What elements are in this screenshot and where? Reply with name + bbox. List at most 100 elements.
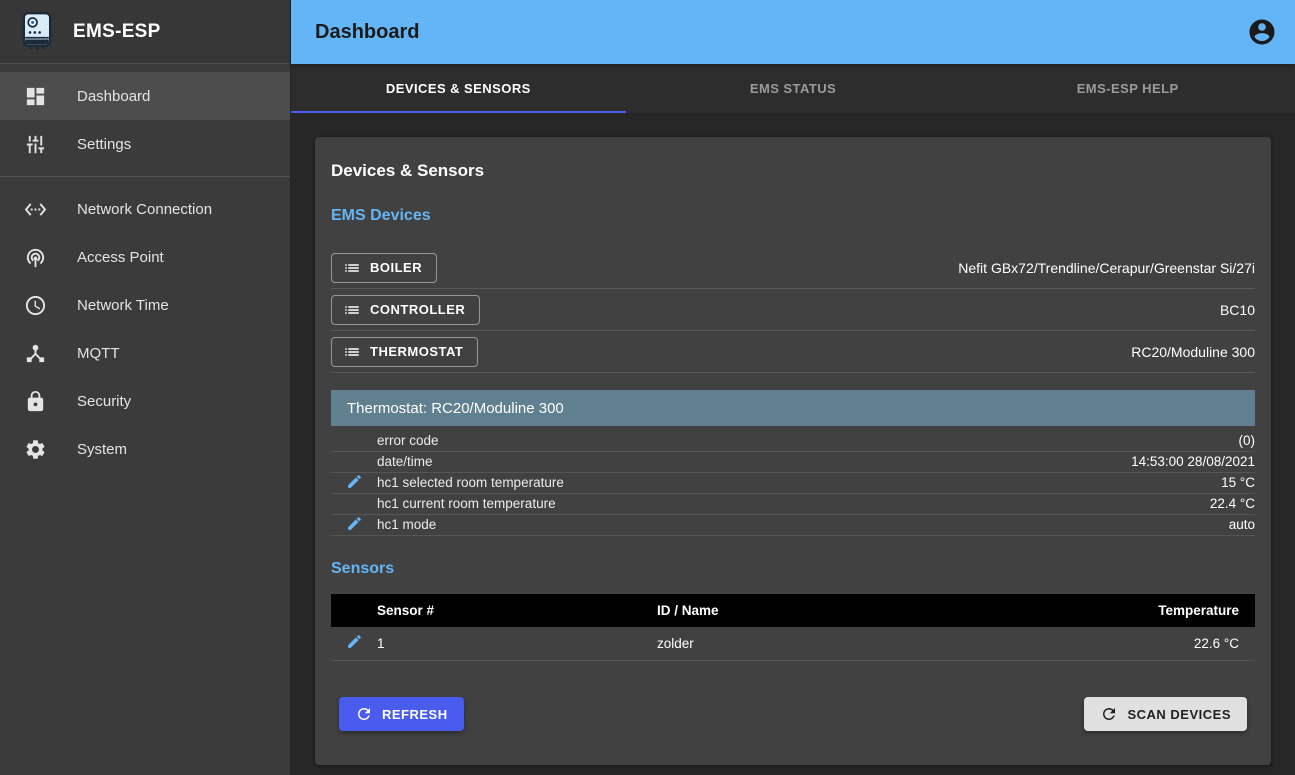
refresh-button-label: REFRESH — [382, 707, 448, 722]
detail-value: (0) — [905, 430, 1255, 451]
app-title: EMS-ESP — [73, 21, 161, 43]
detail-value: 15 °C — [905, 472, 1255, 493]
device-model: RC20/Moduline 300 — [1131, 344, 1255, 360]
sidebar-header: EMS-ESP — [0, 0, 290, 64]
edit-pencil-icon — [346, 473, 363, 490]
tab-bar: DEVICES & SENSORS EMS STATUS EMS-ESP HEL… — [291, 64, 1295, 113]
refresh-icon — [1100, 705, 1118, 723]
appbar: Dashboard — [291, 0, 1295, 64]
sidebar-item-label: Network Time — [77, 297, 169, 314]
sensors-table: Sensor # ID / Name Temperature 1 zolder — [331, 594, 1255, 662]
sensor-number: 1 — [377, 627, 657, 661]
list-icon — [343, 259, 361, 277]
device-button-label: CONTROLLER — [370, 302, 465, 317]
content-area: Devices & Sensors EMS Devices BOILER Nef… — [291, 113, 1295, 775]
boiler-icon — [16, 11, 58, 53]
detail-value: 14:53:00 28/08/2021 — [905, 451, 1255, 472]
actions-bar: REFRESH SCAN DEVICES — [331, 697, 1255, 731]
sidebar-item-security[interactable]: Security — [0, 377, 290, 425]
sidebar: EMS-ESP Dashboard Settings Network Conne… — [0, 0, 291, 775]
edit-cell — [331, 514, 377, 535]
nav-group-main: Dashboard Settings — [0, 64, 290, 176]
sidebar-item-dashboard[interactable]: Dashboard — [0, 72, 290, 120]
detail-name: date/time — [377, 451, 905, 472]
device-model: BC10 — [1220, 302, 1255, 318]
page-title: Dashboard — [315, 21, 1247, 44]
sidebar-item-access-point[interactable]: Access Point — [0, 233, 290, 281]
edit-cell — [331, 451, 377, 472]
device-button-label: BOILER — [370, 260, 422, 275]
tab-ems-status[interactable]: EMS STATUS — [626, 64, 961, 113]
device-hub-icon — [24, 342, 47, 365]
clock-icon — [24, 294, 47, 317]
device-detail-table: error code (0) date/time 14:53:00 28/08/… — [331, 430, 1255, 536]
device-button-label: THERMOSTAT — [370, 344, 463, 359]
gear-icon — [24, 438, 47, 461]
detail-row: hc1 mode auto — [331, 514, 1255, 535]
sidebar-item-label: Dashboard — [77, 88, 150, 105]
boiler-device-button[interactable]: BOILER — [331, 253, 437, 283]
edit-cell — [331, 430, 377, 451]
edit-cell — [331, 493, 377, 514]
detail-value: auto — [905, 514, 1255, 535]
edit-column-header — [331, 594, 377, 627]
device-detail-title: Thermostat: RC20/Moduline 300 — [347, 400, 564, 417]
tab-label: DEVICES & SENSORS — [386, 81, 531, 96]
device-row-boiler: BOILER Nefit GBx72/Trendline/Cerapur/Gre… — [331, 247, 1255, 289]
detail-row: error code (0) — [331, 430, 1255, 451]
sidebar-item-network-time[interactable]: Network Time — [0, 281, 290, 329]
sensor-temperature: 22.6 °C — [889, 627, 1255, 661]
detail-name: error code — [377, 430, 905, 451]
tab-devices-sensors[interactable]: DEVICES & SENSORS — [291, 64, 626, 113]
temperature-header: Temperature — [889, 594, 1255, 627]
device-row-thermostat: THERMOSTAT RC20/Moduline 300 — [331, 331, 1255, 373]
tab-ems-esp-help[interactable]: EMS-ESP HELP — [960, 64, 1295, 113]
scan-devices-button[interactable]: SCAN DEVICES — [1084, 697, 1247, 731]
sensor-row: 1 zolder 22.6 °C — [331, 627, 1255, 661]
device-detail-header: Thermostat: RC20/Moduline 300 — [331, 390, 1255, 426]
edit-cell — [331, 472, 377, 493]
card-title: Devices & Sensors — [331, 161, 1255, 181]
devices-sensors-card: Devices & Sensors EMS Devices BOILER Nef… — [315, 137, 1271, 765]
sidebar-item-label: Security — [77, 393, 131, 410]
lock-icon — [24, 390, 47, 413]
edit-pencil-icon — [346, 633, 363, 650]
ems-devices-heading: EMS Devices — [331, 207, 1255, 225]
sensors-heading: Sensors — [331, 560, 1255, 578]
tune-icon — [24, 133, 47, 156]
sidebar-item-network-connection[interactable]: Network Connection — [0, 185, 290, 233]
dashboard-icon — [24, 85, 47, 108]
sidebar-item-label: MQTT — [77, 345, 120, 362]
edit-sensor-button[interactable] — [346, 633, 363, 650]
controller-device-button[interactable]: CONTROLLER — [331, 295, 480, 325]
list-icon — [343, 301, 361, 319]
device-model: Nefit GBx72/Trendline/Cerapur/Greenstar … — [958, 260, 1255, 276]
refresh-button[interactable]: REFRESH — [339, 697, 464, 731]
sensors-header-row: Sensor # ID / Name Temperature — [331, 594, 1255, 627]
detail-row: date/time 14:53:00 28/08/2021 — [331, 451, 1255, 472]
detail-row: hc1 current room temperature 22.4 °C — [331, 493, 1255, 514]
main-area: Dashboard DEVICES & SENSORS EMS STATUS E… — [291, 0, 1295, 775]
sidebar-item-label: Access Point — [77, 249, 164, 266]
detail-name: hc1 mode — [377, 514, 905, 535]
edit-value-button[interactable] — [346, 473, 363, 490]
sidebar-item-system[interactable]: System — [0, 425, 290, 473]
id-name-header: ID / Name — [657, 594, 889, 627]
sidebar-item-label: Settings — [77, 136, 131, 153]
refresh-icon — [355, 705, 373, 723]
ethernet-icon — [24, 198, 47, 221]
account-circle-icon[interactable] — [1247, 17, 1277, 47]
detail-name: hc1 current room temperature — [377, 493, 905, 514]
edit-value-button[interactable] — [346, 515, 363, 532]
detail-name: hc1 selected room temperature — [377, 472, 905, 493]
list-icon — [343, 343, 361, 361]
thermostat-device-button[interactable]: THERMOSTAT — [331, 337, 478, 367]
tab-label: EMS-ESP HELP — [1077, 81, 1179, 96]
device-row-controller: CONTROLLER BC10 — [331, 289, 1255, 331]
sidebar-item-settings[interactable]: Settings — [0, 120, 290, 168]
sidebar-item-mqtt[interactable]: MQTT — [0, 329, 290, 377]
sensor-number-header: Sensor # — [377, 594, 657, 627]
sensor-name: zolder — [657, 627, 889, 661]
wifi-tethering-icon — [24, 246, 47, 269]
tab-label: EMS STATUS — [750, 81, 836, 96]
